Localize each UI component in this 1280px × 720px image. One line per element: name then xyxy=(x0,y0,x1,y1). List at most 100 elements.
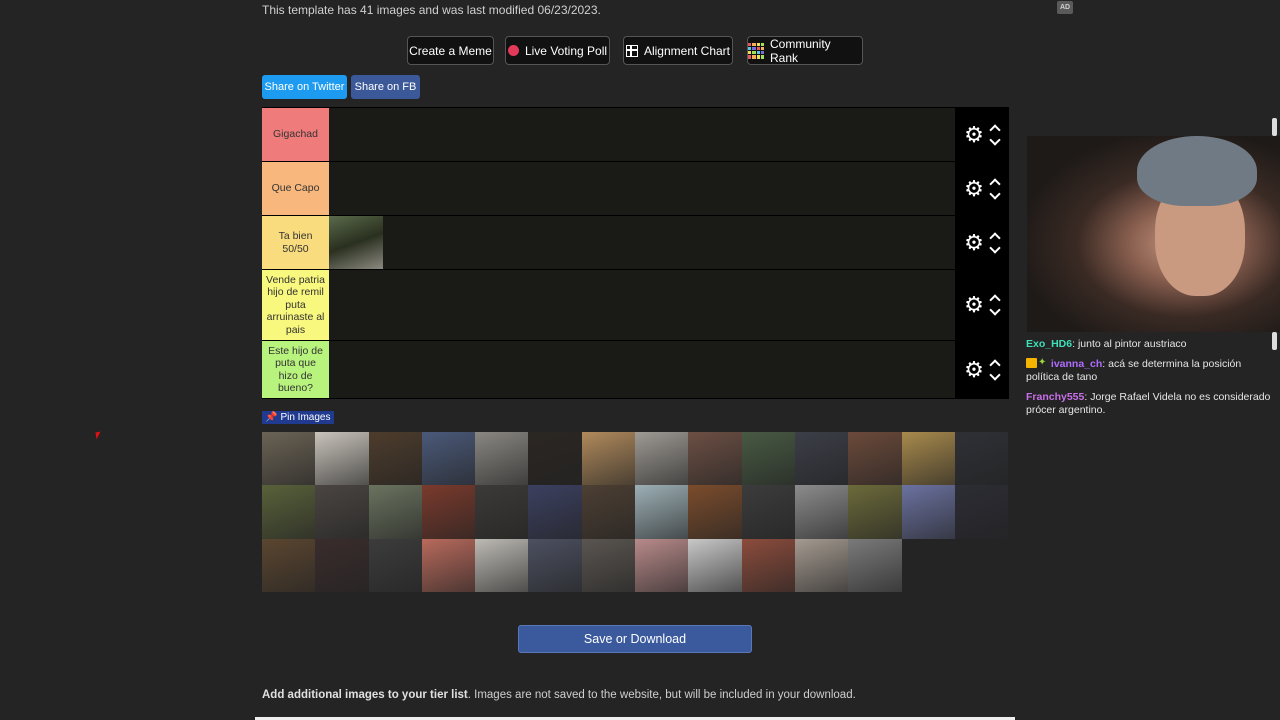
portrait-thumbnail[interactable] xyxy=(421,538,476,592)
move-up-icon[interactable] xyxy=(990,231,1000,241)
tier-row: Vende patria hijo de remil puta arruinas… xyxy=(262,270,1009,341)
create-meme-button[interactable]: Create a Meme xyxy=(407,36,494,65)
portrait-thumbnail[interactable] xyxy=(368,432,422,486)
portrait-thumbnail[interactable] xyxy=(315,432,369,486)
portrait-thumbnail[interactable] xyxy=(475,538,529,592)
share-twitter-button[interactable]: Share on Twitter xyxy=(262,75,347,99)
portrait-thumbnail[interactable] xyxy=(794,432,849,486)
chat-message: ✦ ivanna_ch: acá se determina la posició… xyxy=(1026,356,1242,383)
sparkle-badge-icon: ✦ xyxy=(1038,356,1047,368)
portrait-thumbnail[interactable] xyxy=(848,538,902,592)
portrait-thumbnail[interactable] xyxy=(262,432,316,486)
webcam-overlay xyxy=(1027,136,1280,332)
portrait-thumbnail[interactable] xyxy=(741,538,795,592)
portrait-thumbnail[interactable] xyxy=(635,485,689,539)
chat-username[interactable]: Exo_HD6 xyxy=(1026,338,1072,350)
portrait-thumbnail[interactable] xyxy=(262,485,316,539)
gear-icon[interactable]: ⚙ xyxy=(964,231,984,254)
portrait-thumbnail[interactable] xyxy=(262,538,316,592)
move-up-icon[interactable] xyxy=(990,123,1000,133)
community-rank-button[interactable]: Community Rank xyxy=(747,36,863,65)
move-up-icon[interactable] xyxy=(990,177,1000,187)
portrait-thumbnail[interactable] xyxy=(528,485,582,539)
add-images-instructions: Add additional images to your tier list.… xyxy=(262,689,856,701)
save-download-button[interactable]: Save or Download xyxy=(518,625,752,653)
stream-chat: Exo_HD6: junto al pintor austriaco ✦ iva… xyxy=(1026,338,1276,424)
portrait-thumbnail[interactable] xyxy=(368,485,422,539)
gear-icon[interactable]: ⚙ xyxy=(964,294,984,316)
portrait-thumbnail[interactable] xyxy=(901,485,955,539)
tier-controls: ⚙ xyxy=(955,162,1009,215)
portrait-thumbnail[interactable] xyxy=(581,538,636,592)
portrait-thumbnail[interactable] xyxy=(688,538,742,592)
portrait-thumbnail[interactable] xyxy=(475,485,529,539)
portrait-thumbnail[interactable] xyxy=(315,485,369,539)
portrait-thumbnail[interactable] xyxy=(848,432,902,486)
portrait-thumbnail[interactable] xyxy=(794,538,849,592)
share-facebook-button[interactable]: Share on FB xyxy=(351,75,420,99)
gear-icon[interactable]: ⚙ xyxy=(964,123,984,146)
chat-username[interactable]: ivanna_ch xyxy=(1051,358,1102,370)
tier-dropzone[interactable] xyxy=(329,162,955,215)
tier-label[interactable]: Vende patria hijo de remil puta arruinas… xyxy=(262,270,329,340)
tier-label[interactable]: Este hijo de puta que hizo de bueno? xyxy=(262,341,329,398)
move-down-icon[interactable] xyxy=(990,191,1000,201)
portrait-thumbnail[interactable] xyxy=(688,432,742,486)
tier-row: Ta bien 50/50 ⚙ xyxy=(262,216,1009,270)
move-down-icon[interactable] xyxy=(990,307,1000,317)
portrait-thumbnail[interactable] xyxy=(315,538,369,592)
portrait-thumbnail[interactable] xyxy=(848,485,902,539)
tier-controls: ⚙ xyxy=(955,108,1009,161)
community-rank-label: Community Rank xyxy=(770,36,831,65)
move-up-icon[interactable] xyxy=(990,293,1000,303)
add-images-note: . Images are not saved to the website, b… xyxy=(467,689,856,701)
image-pool xyxy=(262,432,1009,592)
portrait-thumbnail[interactable] xyxy=(635,432,689,486)
chat-username[interactable]: Franchy555 xyxy=(1026,391,1084,403)
portrait-thumbnail[interactable] xyxy=(368,538,422,592)
ad-badge[interactable]: AD xyxy=(1057,1,1073,14)
ranked-portrait-image[interactable] xyxy=(329,216,383,269)
chat-message: Franchy555: Jorge Rafael Videla no es co… xyxy=(1026,390,1271,417)
tier-row: Que Capo ⚙ xyxy=(262,162,1009,216)
add-images-title: Add additional images to your tier list xyxy=(262,689,468,701)
create-meme-label: Create a Meme xyxy=(409,43,492,58)
tier-label[interactable]: Ta bien 50/50 xyxy=(262,216,329,269)
move-down-icon[interactable] xyxy=(990,245,1000,255)
scrollbar-thumb[interactable] xyxy=(1272,118,1277,136)
alignment-chart-label: Alignment Chart xyxy=(643,43,731,58)
pin-images-toggle[interactable]: 📌 Pin Images xyxy=(262,411,335,424)
move-down-icon[interactable] xyxy=(990,137,1000,147)
tier-label[interactable]: Gigachad xyxy=(262,108,329,161)
tier-label[interactable]: Que Capo xyxy=(262,162,329,215)
tier-dropzone[interactable] xyxy=(329,108,955,161)
gear-icon[interactable]: ⚙ xyxy=(964,358,984,381)
alignment-chart-button[interactable]: Alignment Chart xyxy=(623,36,733,65)
portrait-thumbnail[interactable] xyxy=(421,485,476,539)
portrait-thumbnail[interactable] xyxy=(954,432,1009,486)
portrait-thumbnail[interactable] xyxy=(635,538,689,592)
tier-dropzone[interactable] xyxy=(329,341,955,398)
portrait-thumbnail[interactable] xyxy=(421,432,476,486)
move-down-icon[interactable] xyxy=(990,372,1000,382)
portrait-thumbnail[interactable] xyxy=(528,538,582,592)
portrait-thumbnail[interactable] xyxy=(581,432,636,486)
portrait-thumbnail[interactable] xyxy=(475,432,529,486)
portrait-thumbnail[interactable] xyxy=(528,432,582,486)
tier-dropzone[interactable] xyxy=(329,216,955,269)
portrait-thumbnail[interactable] xyxy=(954,485,1009,539)
tier-dropzone[interactable] xyxy=(329,270,955,340)
portrait-thumbnail[interactable] xyxy=(901,432,955,486)
portrait-thumbnail[interactable] xyxy=(688,485,742,539)
live-voting-poll-button[interactable]: Live Voting Poll xyxy=(505,36,610,65)
move-up-icon[interactable] xyxy=(990,358,1000,368)
gear-icon[interactable]: ⚙ xyxy=(964,177,984,200)
mouse-cursor-icon xyxy=(95,431,102,440)
tier-row: Este hijo de puta que hizo de bueno? ⚙ xyxy=(262,341,1009,399)
portrait-thumbnail[interactable] xyxy=(581,485,636,539)
portrait-thumbnail[interactable] xyxy=(741,485,795,539)
portrait-thumbnail[interactable] xyxy=(794,485,849,539)
pin-images-label: Pin Images xyxy=(280,412,331,423)
portrait-thumbnail[interactable] xyxy=(741,432,795,486)
tier-grid-icon xyxy=(748,42,764,59)
